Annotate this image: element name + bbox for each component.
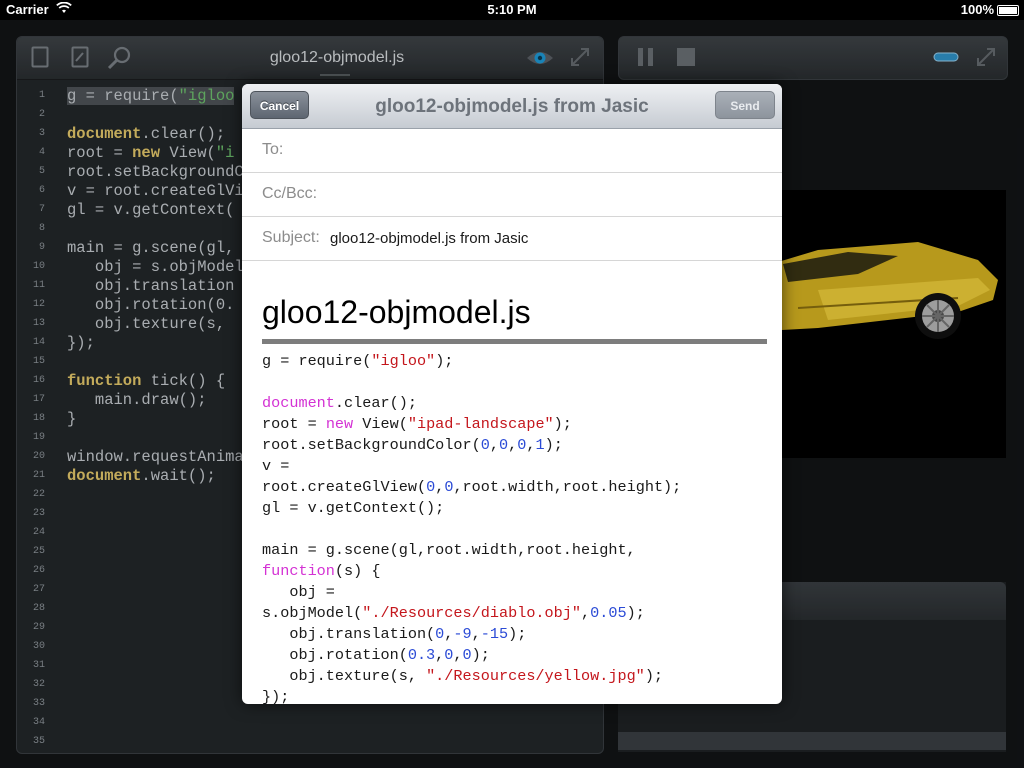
body-divider [262,339,767,344]
status-bar: Carrier 5:10 PM 100% [0,0,1024,20]
mail-code-line: obj.rotation(0.3,0,0); [262,646,490,664]
mail-code-line: gl = v.getContext(); [262,499,445,517]
mail-code-line: s.objModel("./Resources/diablo.obj",0.05… [262,604,645,622]
mail-compose-sheet: Cancel gloo12-objmodel.js from Jasic Sen… [242,84,782,704]
mail-code-line: main = g.scene(gl,root.width,root.height… [262,541,636,559]
battery-percent: 100% [960,2,994,17]
cc-bcc-label: Cc/Bcc: [262,185,318,202]
to-field[interactable]: To: [242,128,782,173]
mail-body-title: gloo12-objmodel.js [262,294,531,330]
mail-nav-bar: Cancel gloo12-objmodel.js from Jasic Sen… [242,84,782,129]
mail-code-line: }); [262,688,290,704]
subject-label: Subject: [262,229,320,246]
mail-code-line: obj.translation(0,-9,-15); [262,625,527,643]
mail-code-line: root.createGlView(0,0,root.width,root.he… [262,478,682,496]
mail-code-line: v = [262,457,290,475]
mail-code-line: obj.texture(s, "./Resources/yellow.jpg")… [262,667,664,685]
mail-title: gloo12-objmodel.js from Jasic [375,96,649,117]
mail-code-line: function(s) { [262,562,381,580]
mail-code-line: root.setBackgroundColor(0,0,0,1); [262,436,563,454]
subject-value[interactable]: gloo12-objmodel.js from Jasic [330,230,528,247]
clock: 5:10 PM [487,2,537,17]
to-label: To: [262,141,284,158]
cancel-button[interactable]: Cancel [250,91,309,119]
mail-code-line: obj = [262,583,335,601]
cc-bcc-field[interactable]: Cc/Bcc: [242,172,782,217]
send-button[interactable]: Send [715,91,775,119]
mail-code-line: g = require("igloo"); [262,352,454,370]
mail-code-line: document.clear(); [262,394,417,412]
mail-code-line: root = new View("ipad-landscape"); [262,415,572,433]
subject-field[interactable]: Subject: gloo12-objmodel.js from Jasic [242,216,782,261]
battery-icon [997,5,1019,16]
